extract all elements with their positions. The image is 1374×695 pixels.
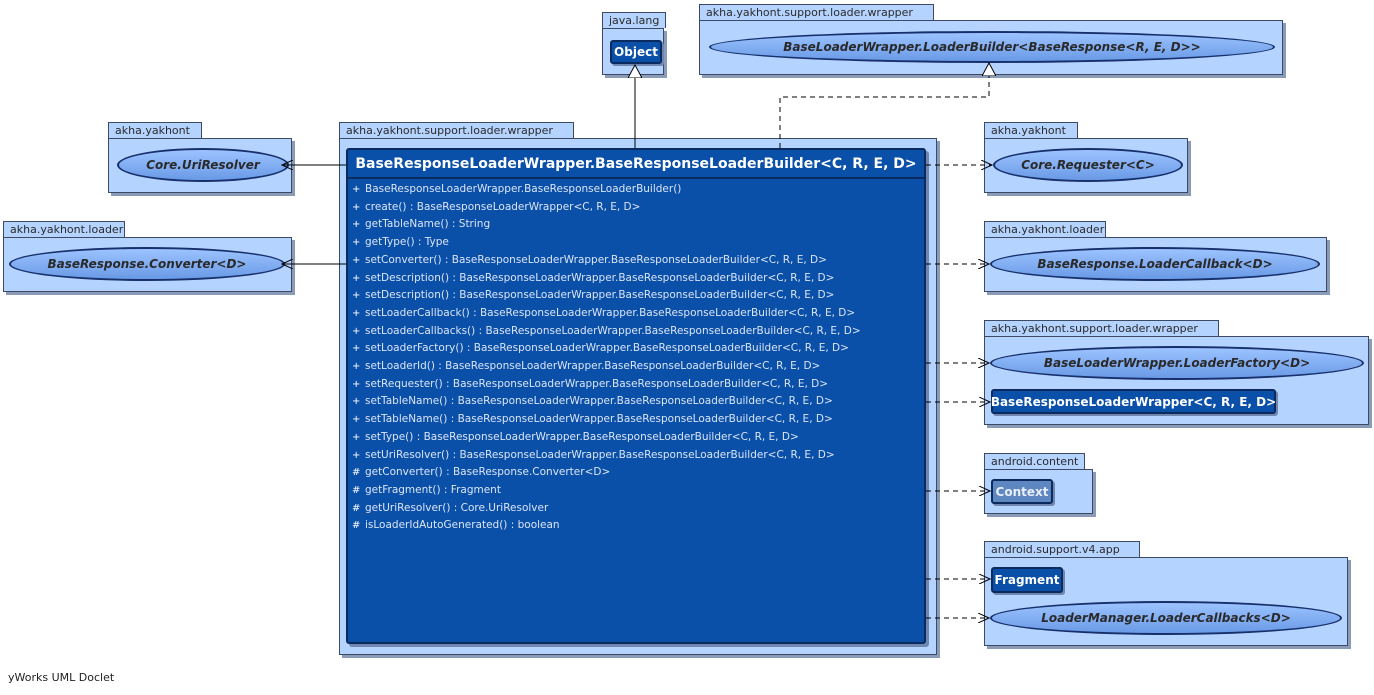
edge-implements-loader-builder [779,63,989,148]
footer-credit: yWorks UML Doclet [8,671,115,684]
relationship-edges [0,0,1374,695]
